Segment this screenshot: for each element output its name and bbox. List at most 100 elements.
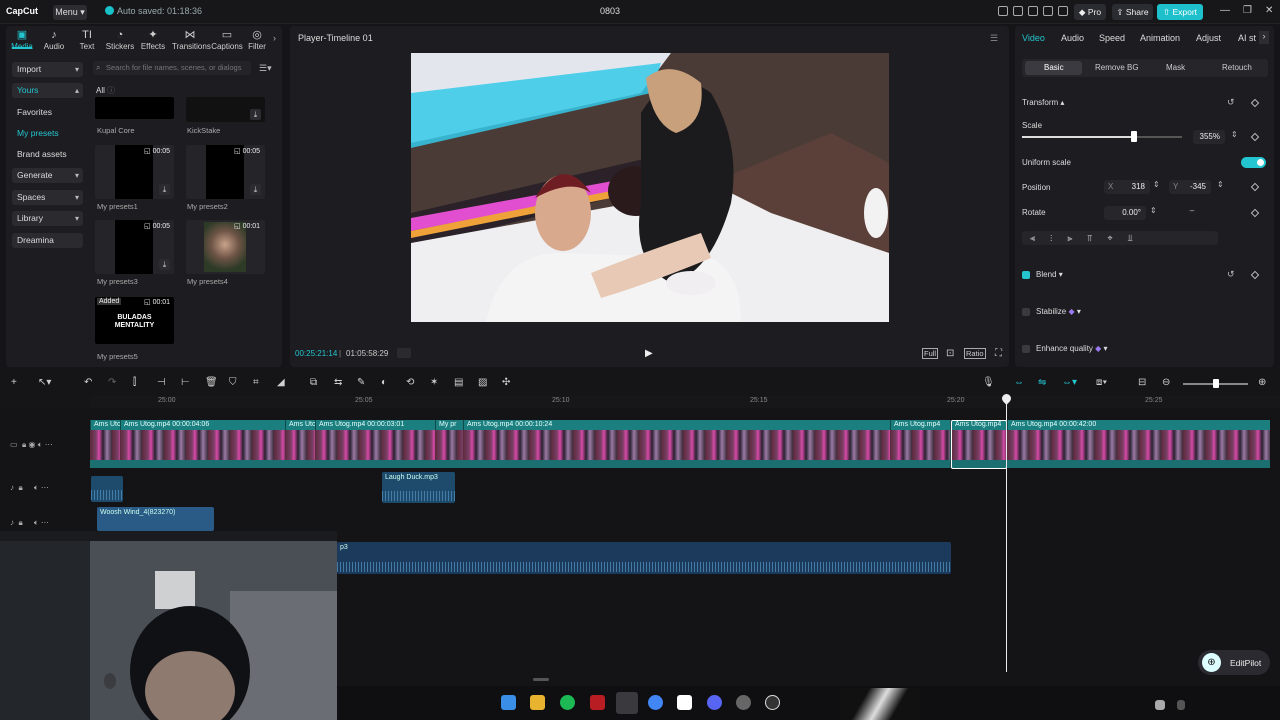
tab-captions[interactable]: ▭ Captions (211, 29, 243, 51)
sidebar-item-yours[interactable]: Yours ▴ (12, 83, 83, 98)
frame-icon[interactable]: ▤ (454, 377, 463, 388)
stepper-icon[interactable]: ⇕ (1153, 180, 1160, 189)
chevron-right-icon[interactable]: › (273, 33, 276, 43)
download-icon[interactable]: ⤓ (250, 184, 261, 195)
media-player-icon[interactable] (765, 695, 780, 710)
subtab-retouch[interactable]: Retouch (1222, 63, 1252, 72)
list-icon[interactable] (1028, 6, 1038, 16)
sidebar-item-dreamina[interactable]: Dreamina (12, 233, 83, 248)
audio-clip[interactable] (91, 476, 123, 502)
reset-icon[interactable]: ↺ (1227, 269, 1235, 280)
volume-icon[interactable]: 🔈︎ (34, 518, 39, 527)
play-button[interactable]: ▶ (645, 348, 653, 359)
clip-thumbnails[interactable] (315, 430, 435, 460)
subtab-remove-bg[interactable]: Remove BG (1095, 63, 1139, 72)
tab-stickers[interactable]: ◔ Stickers (104, 29, 136, 51)
grid-icon[interactable] (1043, 6, 1053, 16)
image-icon[interactable]: ▨ (478, 377, 487, 388)
add-track-icon[interactable]: + (11, 377, 17, 388)
chevron-right-icon[interactable]: › (1259, 31, 1269, 44)
mask-icon[interactable]: ◐ (381, 377, 387, 388)
rotate-dial[interactable]: – (1186, 206, 1198, 218)
blend-checkbox[interactable] (1022, 271, 1030, 279)
more-icon[interactable]: ⋯ (45, 440, 53, 449)
lock-icon[interactable]: 🔒︎ (22, 440, 26, 449)
replace-icon[interactable]: ⧉ (310, 377, 317, 388)
clip-thumbnails[interactable] (285, 430, 315, 460)
caption-icon[interactable]: ⊟ (1138, 377, 1146, 388)
clip-thumbnails[interactable] (435, 430, 463, 460)
eye-icon[interactable]: ◉ (29, 440, 36, 449)
playhead[interactable] (1006, 394, 1007, 672)
stepper-icon[interactable]: ⇕ (1150, 206, 1157, 215)
subtab-mask[interactable]: Mask (1166, 63, 1185, 72)
volume-icon[interactable]: 🔈︎ (34, 483, 39, 492)
volume-icon[interactable]: 🔈︎ (38, 440, 43, 449)
ratio-button[interactable]: Ratio (964, 348, 986, 359)
align-buttons[interactable]: ⫷⫶⫸⫪⌖⫫ (1030, 233, 1148, 244)
media-search-input[interactable]: Search for file names, scenes, or dialog… (93, 61, 251, 75)
sidebar-item-brand-assets[interactable]: Brand assets (12, 147, 83, 162)
layout-icon[interactable] (998, 6, 1008, 16)
sidebar-item-library[interactable]: Library ▾ (12, 211, 83, 226)
audio-clip-woosh-wind[interactable]: Woosh Wind_4(823270) (97, 507, 214, 531)
audio-clip-laugh-duck[interactable]: Laugh Duck.mp3 (382, 472, 455, 503)
sidebar-item-favorites[interactable]: Favorites (12, 105, 83, 120)
clip-label[interactable]: My pr (435, 420, 463, 430)
tab-transitions[interactable]: ⋈ Transitions (172, 29, 211, 51)
tab-audio-inspector[interactable]: Audio (1061, 33, 1084, 43)
menu-button[interactable]: Menu ▾ (53, 5, 87, 20)
clip-label[interactable]: Ams Utog.mp4 00:00:10:24 (463, 420, 890, 430)
select-tool-icon[interactable]: ↖▾ (38, 377, 51, 388)
position-y-input[interactable]: Y -345 (1169, 180, 1211, 194)
clip-label[interactable]: Ams Utog (90, 420, 120, 430)
preview-axis-icon[interactable]: ⇔▾ (1062, 377, 1077, 388)
crop-tool-icon[interactable]: ⌗ (253, 377, 259, 388)
chrome-icon-active[interactable] (616, 692, 638, 714)
timecode-toggle-icon[interactable] (397, 348, 411, 358)
audio-clip-music[interactable]: p3 (337, 542, 951, 574)
netflix-icon[interactable] (590, 695, 605, 710)
speed-icon[interactable]: ◢ (277, 377, 285, 388)
clip-thumbnails[interactable] (120, 430, 285, 460)
tab-filter[interactable]: ◎ Filter (245, 29, 269, 51)
app-icon[interactable] (736, 695, 751, 710)
microphone-icon[interactable]: 🎙 (982, 377, 995, 388)
full-button[interactable]: Full (922, 348, 939, 359)
windows-start-icon[interactable] (501, 695, 516, 710)
clip-label[interactable]: Ams Utog.mp4 00:00:04:06 (120, 420, 285, 430)
download-icon[interactable]: ⤓ (159, 184, 170, 195)
clip-label[interactable]: Ams Utog.mp4 00:00:03:01 (315, 420, 435, 430)
share-button[interactable]: ⇪ Share (1112, 4, 1153, 20)
magic-icon[interactable]: ✶ (430, 377, 438, 388)
fullscreen-icon[interactable]: ⛶ (995, 348, 1002, 359)
undo-icon[interactable]: ↶ (84, 377, 92, 388)
stabilize-section[interactable]: Stabilize ◆ ▾ (1036, 307, 1081, 316)
tray-icon[interactable] (1155, 700, 1165, 710)
filter-all[interactable]: All ⓘ (96, 85, 115, 96)
zoom-slider-handle[interactable] (1213, 379, 1219, 388)
export-button[interactable]: ⇧ Export (1157, 4, 1203, 20)
lock-icon[interactable]: 🔒︎ (18, 483, 22, 492)
tab-audio[interactable]: ♪ Audio (38, 29, 70, 51)
discord-icon[interactable] (707, 695, 722, 710)
download-icon[interactable]: ⤓ (250, 109, 261, 120)
transform-section[interactable]: Transform ▴ (1022, 98, 1064, 107)
zoom-out-icon[interactable]: ⊖ (1162, 377, 1170, 388)
tab-text[interactable]: TI Text (71, 29, 103, 51)
split-right-icon[interactable]: ⊢ (181, 377, 190, 388)
uniform-scale-toggle[interactable] (1241, 157, 1266, 168)
spotify-icon[interactable] (560, 695, 575, 710)
rotate-icon[interactable]: ⟲ (406, 377, 414, 388)
mic-tray-icon[interactable] (1177, 700, 1185, 710)
sidebar-item-import[interactable]: Import ▾ (12, 62, 83, 77)
sidebar-item-my-presets[interactable]: My presets (12, 126, 83, 141)
more-icon[interactable]: ⋯ (41, 483, 49, 492)
clip-thumbnails[interactable] (90, 430, 120, 460)
tab-adjust[interactable]: Adjust (1196, 33, 1221, 43)
enhance-checkbox[interactable] (1022, 345, 1030, 353)
stepper-icon[interactable]: ⇕ (1217, 180, 1224, 189)
clip-thumbnails[interactable] (463, 430, 890, 460)
maximize-icon[interactable]: ❐ (1243, 5, 1252, 16)
timeline-ruler[interactable] (90, 396, 1280, 408)
